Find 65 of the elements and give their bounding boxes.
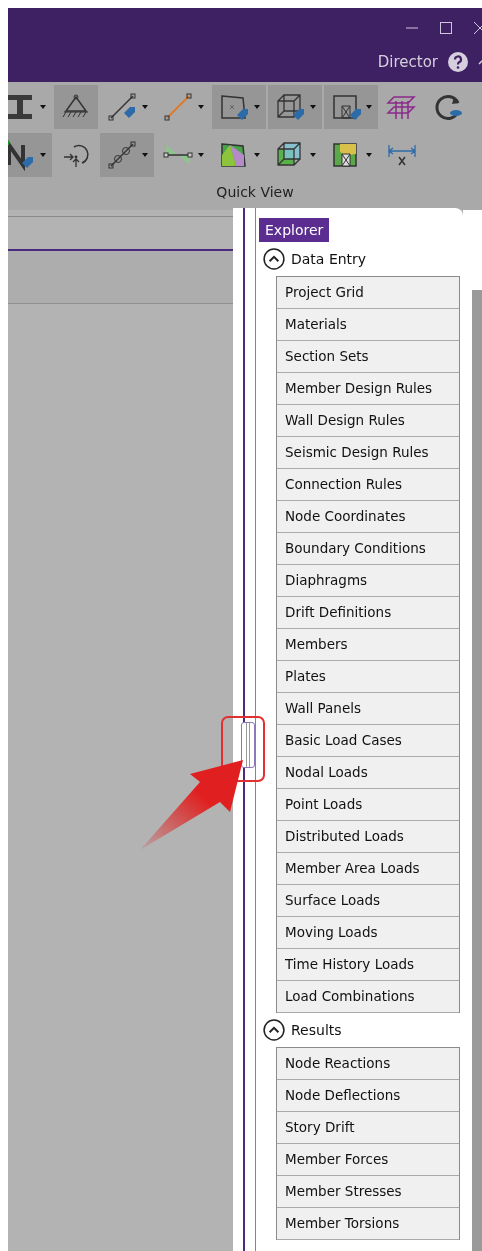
caret-icon[interactable]	[40, 153, 46, 157]
explorer-item[interactable]: Materials	[277, 309, 459, 341]
group-label: Quick View	[215, 184, 295, 200]
caret-icon[interactable]	[40, 105, 46, 109]
explorer-item[interactable]: Node Reactions	[277, 1048, 459, 1080]
explorer-item[interactable]: Distributed Loads	[277, 821, 459, 853]
explorer-item[interactable]: Project Grid	[277, 277, 459, 309]
panel-title: Explorer	[259, 218, 330, 242]
caret-icon[interactable]	[198, 105, 204, 109]
explorer-item[interactable]: Load Combinations	[277, 981, 459, 1013]
toolbar-button[interactable]	[324, 85, 378, 129]
toolbar-button[interactable]	[212, 85, 266, 129]
section-title: Data Entry	[291, 251, 367, 267]
section-title: Results	[291, 1022, 342, 1038]
user-name[interactable]: Director	[377, 53, 438, 71]
toolbar-button[interactable]	[268, 85, 322, 129]
caret-icon[interactable]	[198, 153, 204, 157]
explorer-item[interactable]: Member Design Rules	[277, 373, 459, 405]
explorer-item[interactable]: Member Stresses	[277, 1176, 459, 1208]
collapse-icon[interactable]	[263, 248, 285, 270]
solid-icon	[274, 91, 306, 123]
caret-icon[interactable]	[366, 153, 372, 157]
explorer-item[interactable]: Diaphragms	[277, 565, 459, 597]
toolbar-button[interactable]	[100, 133, 154, 177]
explorer-item[interactable]: Connection Rules	[277, 469, 459, 501]
explorer-item[interactable]: Node Deflections	[277, 1080, 459, 1112]
caret-icon[interactable]	[366, 105, 372, 109]
explorer-item[interactable]: Section Sets	[277, 341, 459, 373]
caret-icon[interactable]	[254, 105, 260, 109]
line-icon	[162, 91, 194, 123]
explorer-item[interactable]: Time History Loads	[277, 949, 459, 981]
collapse-icon[interactable]	[263, 1019, 285, 1041]
help-icon[interactable]	[448, 52, 468, 72]
caret-icon[interactable]	[142, 153, 148, 157]
explorer-item[interactable]: Story Drift	[277, 1112, 459, 1144]
section-header[interactable]: Data Entry	[258, 242, 463, 276]
explorer-item[interactable]: Member Forces	[277, 1144, 459, 1176]
explorer-item[interactable]: Wall Design Rules	[277, 405, 459, 437]
release-icon	[106, 139, 138, 171]
caret-icon[interactable]	[254, 153, 260, 157]
node-icon	[8, 139, 36, 171]
explorer-item[interactable]: Member Torsions	[277, 1208, 459, 1240]
scrollbar[interactable]	[472, 290, 482, 1251]
explorer-item[interactable]: Moving Loads	[277, 917, 459, 949]
explorer-item[interactable]: Plates	[277, 661, 459, 693]
caret-icon[interactable]	[310, 105, 316, 109]
toolbar-button[interactable]	[8, 133, 52, 177]
maximize-icon[interactable]	[438, 20, 454, 36]
explorer-item[interactable]: Basic Load Cases	[277, 725, 459, 757]
caret-icon[interactable]	[310, 153, 316, 157]
explorer-item[interactable]: Node Coordinates	[277, 501, 459, 533]
splitter-handle[interactable]	[241, 722, 255, 768]
explorer-item[interactable]: Drift Definitions	[277, 597, 459, 629]
explorer-item[interactable]: Nodal Loads	[277, 757, 459, 789]
section-header[interactable]: Results	[258, 1013, 463, 1047]
member-icon	[106, 91, 138, 123]
caret-icon[interactable]	[142, 105, 148, 109]
toolbar-button[interactable]	[54, 85, 98, 129]
explorer-item[interactable]: Seismic Design Rules	[277, 437, 459, 469]
explorer-item[interactable]: Wall Panels	[277, 693, 459, 725]
explorer-item[interactable]: Point Loads	[277, 789, 459, 821]
explorer-item[interactable]: Members	[277, 629, 459, 661]
explorer-item[interactable]: Member Area Loads	[277, 853, 459, 885]
explorer-item[interactable]: Surface Loads	[277, 885, 459, 917]
explorer-item[interactable]: Boundary Conditions	[277, 533, 459, 565]
